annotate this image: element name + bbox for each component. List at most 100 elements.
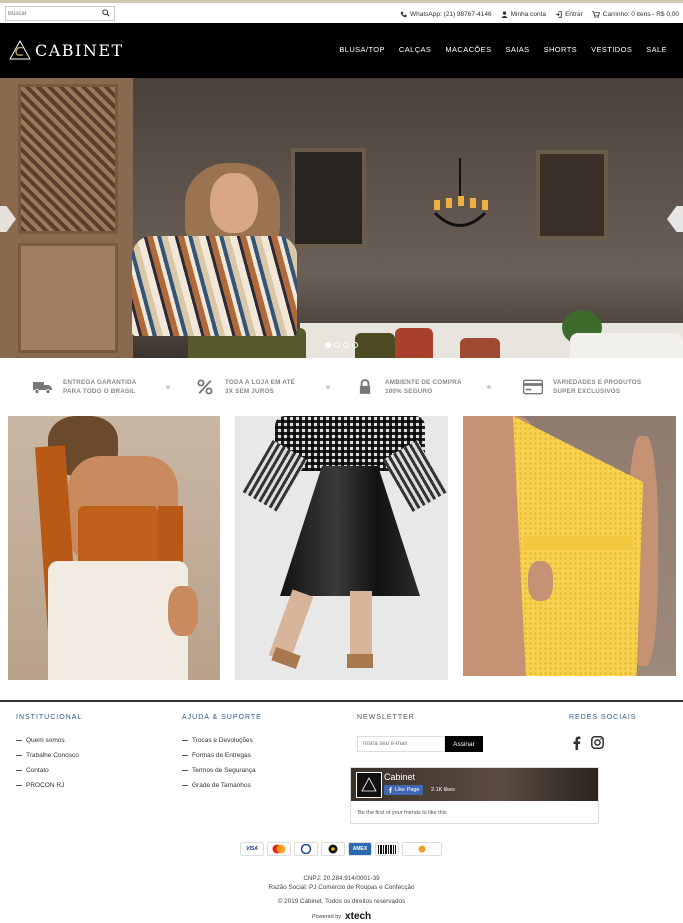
footer-ajuda: AJUDA & SUPORTE Trocas e Devoluções Form… <box>182 714 262 797</box>
logo-mark-icon <box>361 777 377 792</box>
footer-link-label: Contato <box>26 767 49 774</box>
feature-separator <box>166 385 170 389</box>
footer-newsletter: NEWSLETTER <box>357 714 415 721</box>
footer-link-contato[interactable]: Contato <box>16 767 82 774</box>
footer-copyright: © 2019 Cabinet. Todos os direitos reserv… <box>277 898 406 905</box>
cart-link[interactable]: Carrinho: 0 itens - R$ 0,00 <box>591 10 679 18</box>
newsletter-form: Assinar <box>357 736 483 752</box>
footer-link-label: Grade de Tamanhos <box>192 782 251 789</box>
nav-item-vestidos[interactable]: VESTIDOS <box>591 45 632 54</box>
hero-slider[interactable] <box>0 78 683 358</box>
feature-installments-line1: TODA A LOJA EM ATÉ <box>225 379 296 386</box>
feature-secure-line1: AMBIENTE DE COMPRA <box>385 379 462 386</box>
feature-delivery: ENTREGA GARANTIDA PARA TODO O BRASIL <box>33 378 136 396</box>
lock-icon <box>359 379 371 394</box>
feature-separator <box>326 385 330 389</box>
facebook-like-count: 2.1K likes <box>431 787 455 793</box>
footer-link-label: PROCON RJ <box>26 782 65 789</box>
search-input[interactable] <box>8 8 98 19</box>
footer-institucional-title: INSTITUCIONAL <box>16 714 83 721</box>
product-banner-orange-top[interactable] <box>8 416 220 680</box>
feature-secure-line2: 100% SEGURO <box>385 388 433 395</box>
search-icon[interactable] <box>102 9 110 17</box>
cart-text: Carrinho: 0 itens - R$ 0,00 <box>602 10 679 18</box>
login-link[interactable]: Entrar <box>555 11 583 18</box>
facebook-page-name[interactable]: Cabinet <box>384 772 415 782</box>
feature-separator <box>487 385 491 389</box>
slider-dot-3[interactable] <box>343 342 349 348</box>
model-face <box>210 173 258 233</box>
powered-by[interactable]: Powered by xtech <box>312 911 371 922</box>
feature-installments: TODA A LOJA EM ATÉ 3X SEM JUROS <box>195 378 295 396</box>
footer-ajuda-title: AJUDA & SUPORTE <box>182 714 262 721</box>
slider-dot-1[interactable] <box>325 342 331 348</box>
footer-link-trocas[interactable]: Trocas e Devoluções <box>182 737 262 744</box>
amex-icon: AMEX <box>348 842 372 856</box>
newsletter-email-input[interactable] <box>357 736 445 752</box>
account-link[interactable]: Minha conta <box>500 10 547 18</box>
pillow-olive <box>355 333 395 358</box>
footer-link-label: Trocas e Devoluções <box>192 737 253 744</box>
top-links: WhatsApp: (21) 98767-4146 Minha conta En… <box>400 9 679 19</box>
slider-dot-2[interactable] <box>334 342 340 348</box>
product-banner-yellow-dress[interactable] <box>463 416 676 676</box>
footer-link-quem-somos[interactable]: Quem somos <box>16 737 82 744</box>
footer-link-label: Quem somos <box>26 737 65 744</box>
footer-divider <box>0 700 683 702</box>
newsletter-submit-button[interactable]: Assinar <box>445 736 483 752</box>
nav-item-blusa-top[interactable]: BLUSA/TOP <box>339 45 385 54</box>
nav-item-shorts[interactable]: SHORTS <box>544 45 578 54</box>
product-banner-black-skirt[interactable] <box>235 416 448 680</box>
hero-painting-left <box>291 148 366 248</box>
powered-by-label: Powered by <box>312 913 342 920</box>
footer-link-procon[interactable]: PROCON RJ <box>16 782 82 789</box>
brand-name: CABINET <box>35 40 124 60</box>
diners-icon <box>294 842 318 856</box>
facebook-page-widget[interactable]: Cabinet Like Page 2.1K likes Be the firs… <box>350 767 599 824</box>
facebook-f-icon <box>389 787 392 793</box>
model-striped-blouse <box>132 236 297 336</box>
user-icon <box>500 10 508 18</box>
hero-painting-right <box>536 150 608 240</box>
white-armchair <box>570 333 683 358</box>
footer-newsletter-title: NEWSLETTER <box>357 714 415 721</box>
login-icon <box>555 10 562 18</box>
payment-methods: VISA AMEX <box>240 842 442 856</box>
footer-link-entregas[interactable]: Formas de Entregas <box>182 752 262 759</box>
brand-logo[interactable]: CABINET <box>9 39 124 61</box>
footer-link-label: Formas de Entregas <box>192 752 251 759</box>
banner1-pants <box>48 561 188 680</box>
nav-item-calcas[interactable]: CALÇAS <box>399 45 431 54</box>
door-panel-upper <box>18 84 118 234</box>
elo-icon <box>321 842 345 856</box>
feature-secure: AMBIENTE DE COMPRA 100% SEGURO <box>355 378 462 396</box>
footer-link-tamanhos[interactable]: Grade de Tamanhos <box>182 782 262 789</box>
feature-delivery-line2: PARA TODO O BRASIL <box>63 388 136 395</box>
whatsapp-link[interactable]: WhatsApp: (21) 98767-4146 <box>400 11 492 18</box>
powered-by-brand: xtech <box>345 911 372 922</box>
account-text: Minha conta <box>510 10 547 18</box>
pillow-rust <box>460 338 500 358</box>
facebook-like-label: Like Page <box>395 787 420 793</box>
nav-item-sale[interactable]: SALE <box>646 45 667 54</box>
banner3-hand <box>528 561 553 601</box>
facebook-icon[interactable] <box>573 736 581 750</box>
feature-exclusive-line1: VARIEDADES E PRODUTOS <box>553 379 642 386</box>
instagram-icon[interactable] <box>591 736 604 749</box>
footer-redes: REDES SOCIAIS <box>569 714 636 721</box>
feature-exclusive-line2: SUPER EXCLUSIVOS <box>553 388 621 395</box>
feature-installments-line2: 3X SEM JUROS <box>225 388 274 395</box>
phone-icon <box>400 11 407 17</box>
footer-cnpj: CNPJ: 20.284.914/0001-39 <box>303 875 380 882</box>
slider-dot-4[interactable] <box>352 342 358 348</box>
nav-item-saias[interactable]: SAIAS <box>505 45 529 54</box>
main-nav: BLUSA/TOP CALÇAS MACACÕES SAIAS SHORTS V… <box>339 45 667 54</box>
footer-institucional: INSTITUCIONAL Quem somos Trabalhe Conosc… <box>16 714 82 797</box>
nav-item-macacoes[interactable]: MACACÕES <box>445 45 491 54</box>
visa-icon: VISA <box>240 842 264 856</box>
truck-icon <box>33 382 52 394</box>
door-panel-lower <box>18 243 118 353</box>
facebook-like-button[interactable]: Like Page <box>384 785 424 795</box>
footer-link-seguranca[interactable]: Termos de Segurança <box>182 767 262 774</box>
footer-link-trabalhe-conosco[interactable]: Trabalhe Conosco <box>16 752 82 759</box>
